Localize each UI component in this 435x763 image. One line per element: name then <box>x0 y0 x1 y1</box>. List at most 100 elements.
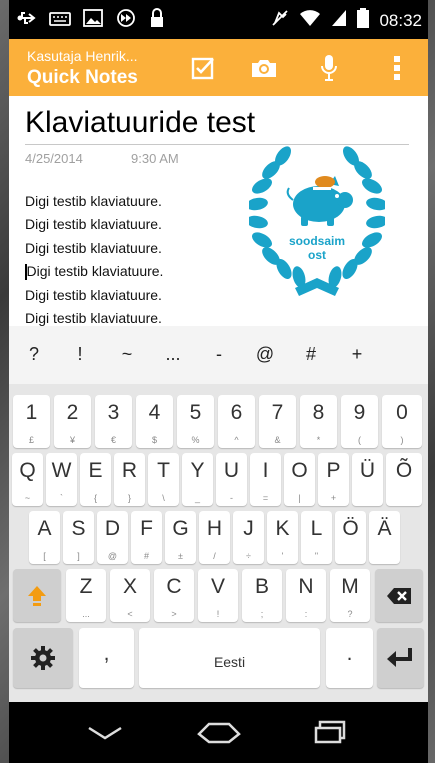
note-title[interactable]: Klaviatuuride test <box>25 106 255 140</box>
key-sub-label: " <box>314 551 319 561</box>
account-name[interactable]: Kasutaja Henrik... <box>27 48 138 64</box>
key-sub-label: [ <box>43 551 46 561</box>
key-s[interactable]: S] <box>63 511 94 564</box>
key-m[interactable]: M? <box>330 569 370 622</box>
badge-text-line1: soodsaim <box>289 234 345 248</box>
key-7[interactable]: 7 & <box>259 395 296 448</box>
key-t[interactable]: T \ <box>148 453 179 506</box>
key-w[interactable]: W ` <box>46 453 77 506</box>
checkbox-icon[interactable] <box>186 51 220 85</box>
key-j[interactable]: J ÷ <box>233 511 264 564</box>
suggestion-item[interactable]: # <box>296 344 326 365</box>
key-main-label: Z <box>79 575 93 598</box>
key-main-label: Ä <box>377 517 392 540</box>
note-line[interactable]: Digi testib klaviatuure. <box>25 307 163 326</box>
period-key[interactable]: . <box>326 628 373 688</box>
key-x[interactable]: X < <box>110 569 150 622</box>
key-l[interactable]: L " <box>301 511 332 564</box>
key-f[interactable]: F # <box>131 511 162 564</box>
key-a[interactable]: A[ <box>29 511 60 564</box>
key-a-umlaut[interactable]: Ä <box>369 511 400 564</box>
key-q[interactable]: Q ~ <box>12 453 43 506</box>
key-sub-label: £ <box>28 435 34 445</box>
key-r[interactable]: R} <box>114 453 145 506</box>
recents-icon[interactable] <box>314 720 346 749</box>
key-sub-label: & <box>274 435 281 445</box>
gear-icon <box>13 628 73 688</box>
key-i[interactable]: I = <box>250 453 281 506</box>
key-n[interactable]: N: <box>286 569 326 622</box>
key-1[interactable]: 1 £ <box>13 395 50 448</box>
key-3[interactable]: 3 € <box>95 395 132 448</box>
badge-text-line2: ost <box>308 248 326 262</box>
home-icon[interactable] <box>197 722 241 749</box>
microphone-icon[interactable] <box>312 51 346 85</box>
note-line[interactable]: Digi testib klaviatuure. <box>25 284 163 307</box>
comma-key[interactable]: , <box>79 628 134 688</box>
key-8[interactable]: 8 * <box>300 395 337 448</box>
key-z[interactable]: Z... <box>66 569 106 622</box>
back-icon[interactable] <box>87 726 123 745</box>
key-main-label: H <box>206 517 223 540</box>
key-b[interactable]: B; <box>242 569 282 622</box>
key-u-umlaut[interactable]: Ü <box>352 453 383 506</box>
suggestion-item[interactable]: ... <box>158 344 188 365</box>
key-g[interactable]: G ± <box>165 511 196 564</box>
key-main-label: Y <box>190 459 205 482</box>
key-c[interactable]: C > <box>154 569 194 622</box>
space-key[interactable]: Eesti <box>139 628 320 688</box>
key-sub-label: € <box>110 435 116 445</box>
camera-icon[interactable] <box>247 51 281 85</box>
key-4[interactable]: 4 $ <box>136 395 173 448</box>
suggestion-item[interactable]: ! <box>65 344 95 365</box>
suggestion-item[interactable]: @ <box>250 344 280 365</box>
key-9[interactable]: 9( <box>341 395 378 448</box>
key-5[interactable]: 5% <box>177 395 214 448</box>
key-main-label: 9 <box>353 401 366 424</box>
note-body[interactable]: Digi testib klaviatuure. Digi testib kla… <box>25 190 163 326</box>
key-o[interactable]: O | <box>284 453 315 506</box>
key-y[interactable]: Y _ <box>182 453 213 506</box>
note-line-text[interactable]: Digi testib klaviatuure. <box>27 263 164 279</box>
navigation-bar <box>9 702 428 763</box>
key-main-label: K <box>275 517 290 540</box>
key-sub-label: ! <box>216 609 220 619</box>
key-main-label: N <box>298 575 314 598</box>
overflow-menu-icon[interactable] <box>380 51 414 85</box>
note-line-with-cursor[interactable]: Digi testib klaviatuure. <box>25 260 163 283</box>
key-main-label: J <box>243 517 254 540</box>
key-p[interactable]: P + <box>318 453 349 506</box>
key-e[interactable]: E{ <box>80 453 111 506</box>
key-k[interactable]: K ' <box>267 511 298 564</box>
note-line[interactable]: Digi testib klaviatuure. <box>25 213 163 236</box>
app-title[interactable]: Quick Notes <box>27 67 138 89</box>
key-main-label: E <box>88 459 103 482</box>
key-h[interactable]: H / <box>199 511 230 564</box>
settings-key[interactable] <box>13 628 73 688</box>
key-sub-label: ( <box>358 435 361 445</box>
key-main-label: F <box>140 517 153 540</box>
mute-icon <box>271 9 289 32</box>
keyboard-icon <box>49 10 71 32</box>
key-sub-label: : <box>304 609 308 619</box>
enter-key[interactable] <box>377 628 424 688</box>
key-0[interactable]: 0) <box>382 395 422 448</box>
key-u[interactable]: U- <box>216 453 247 506</box>
key-6[interactable]: 6 ^ <box>218 395 255 448</box>
key-o-tilde[interactable]: Õ <box>386 453 422 506</box>
key-o-umlaut[interactable]: Ö <box>335 511 366 564</box>
suggestion-item[interactable]: ? <box>19 344 49 365</box>
key-d[interactable]: D @ <box>97 511 128 564</box>
suggestion-item[interactable]: ~ <box>112 344 142 365</box>
key-v[interactable]: V! <box>198 569 238 622</box>
suggestion-item[interactable]: + <box>342 344 372 365</box>
shift-key[interactable] <box>13 569 61 622</box>
on-screen-keyboard: 1 £ 2 ¥ 3 € 4 $ 5% 6 ^ 7 & 8 * 9( 0) Q ~ W ` E{ R… <box>9 384 428 702</box>
key-2[interactable]: 2 ¥ <box>54 395 91 448</box>
key-main-label: S <box>71 517 86 540</box>
suggestion-item[interactable]: - <box>204 344 234 365</box>
note-line[interactable]: Digi testib klaviatuure. <box>25 190 163 213</box>
backspace-key[interactable] <box>375 569 423 622</box>
note-line[interactable]: Digi testib klaviatuure. <box>25 237 163 260</box>
note-editor[interactable]: Klaviatuuride test 4/25/2014 9:30 AM Dig… <box>9 96 428 326</box>
